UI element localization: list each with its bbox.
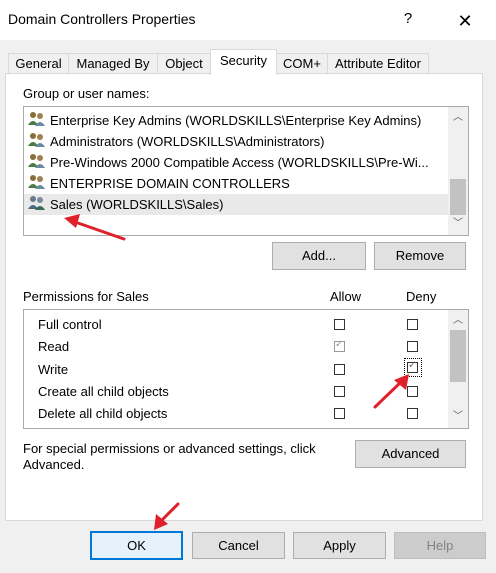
allow-checkbox[interactable] [334, 386, 345, 397]
add-button[interactable]: Add... [272, 242, 366, 270]
principal-name: Sales (WORLDSKILLS\Sales) [50, 197, 224, 212]
scroll-down-icon[interactable]: ﹀ [448, 408, 468, 426]
cancel-button[interactable]: Cancel [192, 532, 285, 559]
scroll-up-icon[interactable]: ︿ [448, 109, 468, 127]
user-group-icon [28, 174, 46, 196]
principal-name: ENTERPRISE DOMAIN CONTROLLERS [50, 176, 290, 191]
deny-checkbox[interactable] [407, 319, 418, 330]
scroll-thumb[interactable] [450, 179, 466, 215]
list-item[interactable]: ENTERPRISE DOMAIN CONTROLLERS [28, 173, 290, 194]
advanced-button[interactable]: Advanced [355, 440, 466, 468]
list-item[interactable]: Pre-Windows 2000 Compatible Access (WORL… [28, 152, 429, 173]
scroll-up-icon[interactable]: ︿ [448, 312, 468, 330]
deny-header: Deny [406, 289, 437, 304]
user-group-icon [28, 132, 46, 154]
user-group-icon [28, 195, 46, 217]
tab-com-plus[interactable]: COM+ [276, 53, 328, 74]
group-names-label: Group or user names: [23, 86, 150, 101]
apply-button[interactable]: Apply [293, 532, 386, 559]
permission-name: Write [38, 362, 69, 377]
help-icon[interactable]: ? [398, 10, 418, 30]
close-icon[interactable]: ✕ [448, 8, 482, 34]
tab-security[interactable]: Security [210, 49, 277, 75]
help-button: Help [394, 532, 486, 559]
tab-attribute-editor[interactable]: Attribute Editor [327, 53, 429, 74]
allow-checkbox[interactable] [334, 364, 345, 375]
permission-name: Read [38, 339, 70, 354]
list-item[interactable]: Administrators (WORLDSKILLS\Administrato… [28, 131, 325, 152]
principal-name: Enterprise Key Admins (WORLDSKILLS\Enter… [50, 113, 422, 128]
user-group-icon [28, 111, 46, 133]
scroll-thumb[interactable] [450, 330, 466, 382]
tab-object[interactable]: Object [157, 53, 211, 74]
deny-checkbox[interactable] [407, 386, 418, 397]
advanced-hint: For special permissions or advanced sett… [23, 441, 316, 472]
principals-list[interactable]: Enterprise Key Admins (WORLDSKILLS\Enter… [23, 106, 469, 236]
list-item[interactable]: Enterprise Key Admins (WORLDSKILLS\Enter… [28, 110, 421, 131]
principal-name: Pre-Windows 2000 Compatible Access (WORL… [50, 155, 429, 170]
scroll-down-icon[interactable]: ﹀ [448, 215, 468, 233]
user-group-icon [28, 153, 46, 175]
allow-checkbox[interactable] [334, 319, 345, 330]
permission-name: Full control [38, 317, 102, 332]
deny-checkbox[interactable] [407, 408, 418, 419]
allow-checkbox[interactable] [334, 408, 345, 419]
principals-scrollbar[interactable]: ︿ ﹀ [448, 107, 468, 235]
allow-checkbox-checked[interactable] [334, 339, 345, 352]
allow-header: Allow [330, 289, 362, 304]
principal-name: Administrators (WORLDSKILLS\Administrato… [50, 134, 325, 149]
remove-button[interactable]: Remove [374, 242, 466, 270]
tab-general[interactable]: General [8, 53, 69, 74]
ok-button[interactable]: OK [90, 531, 183, 560]
tab-managed-by[interactable]: Managed By [68, 53, 158, 74]
deny-checkbox[interactable] [407, 341, 418, 352]
permissions-for-label: Permissions for Sales [23, 289, 149, 304]
permission-name: Create all child objects [38, 384, 169, 399]
window-title: Domain Controllers Properties [8, 11, 196, 27]
list-item-selected[interactable]: Sales (WORLDSKILLS\Sales) [24, 194, 448, 215]
deny-checkbox-checked[interactable] [407, 360, 418, 373]
permissions-list[interactable]: Full control Read Write Create all child… [23, 309, 469, 429]
permission-name: Delete all child objects [38, 406, 168, 421]
permissions-scrollbar[interactable]: ︿ ﹀ [448, 310, 468, 428]
title-bar: Domain Controllers Properties ? ✕ [0, 0, 496, 40]
